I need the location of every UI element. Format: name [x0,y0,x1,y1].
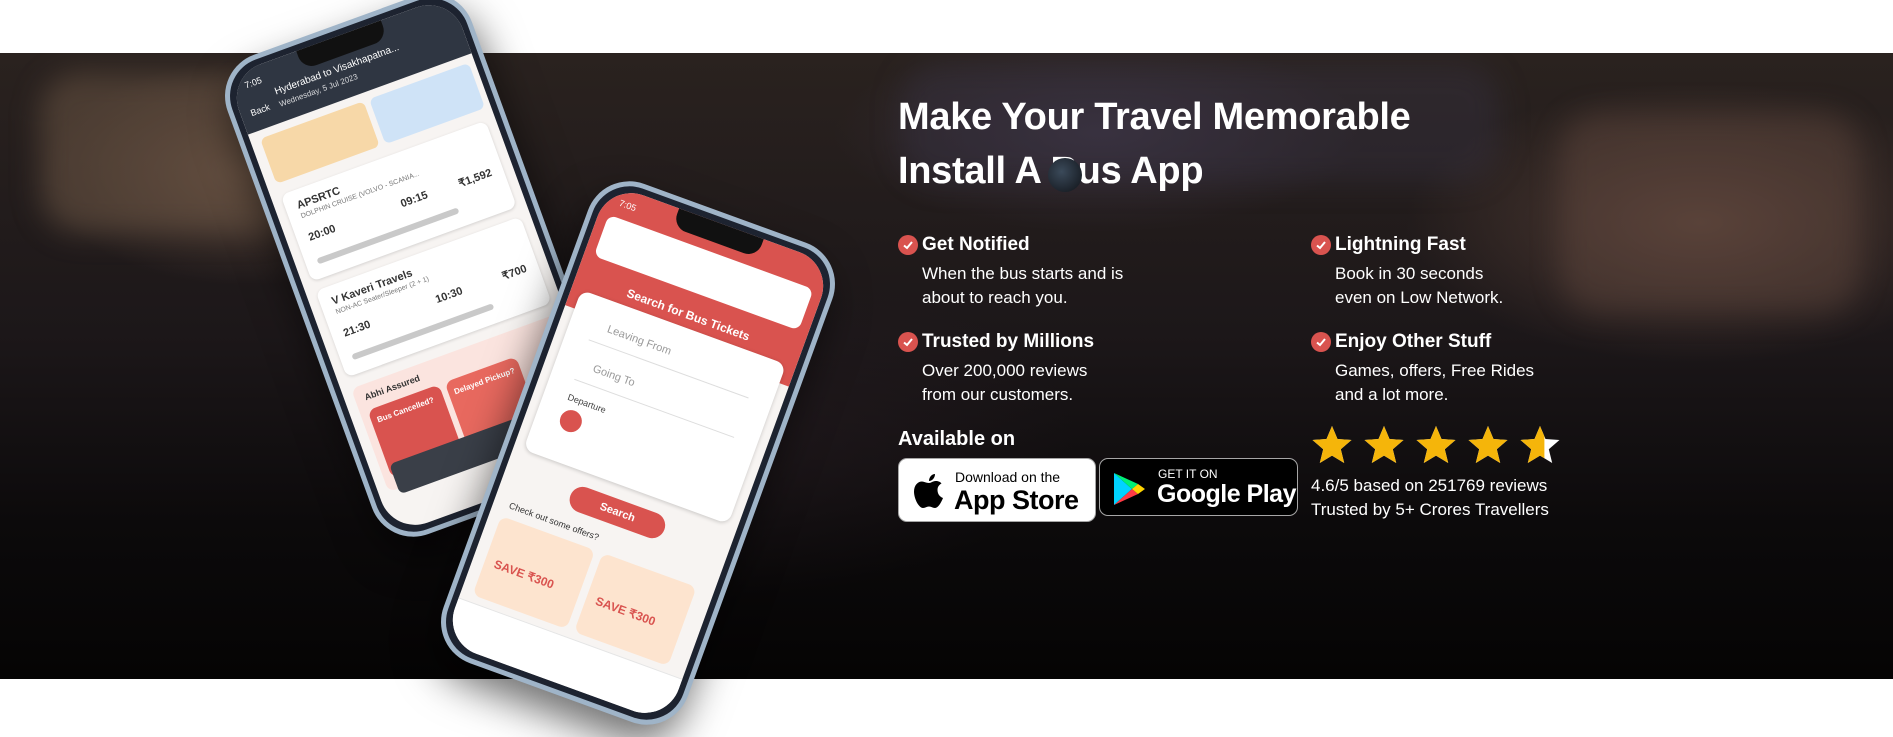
feature-desc-line2: from our customers. [922,385,1074,404]
feature-title: Lightning Fast [1335,234,1466,255]
star-rating [1310,424,1562,466]
rating-text: 4.6/5 based on 251769 reviews [1311,476,1548,495]
apple-icon [914,474,943,508]
check-icon [898,332,918,352]
feature-title: Enjoy Other Stuff [1335,331,1492,352]
feature-desc-line1: Games, offers, Free Rides [1335,361,1535,380]
feature-desc-line1: When the bus starts and is [922,264,1124,283]
feature-title: Trusted by Millions [922,331,1095,352]
promo-content: Make Your Travel Memorable Install A Bus… [0,0,1893,679]
check-icon [1311,332,1331,352]
trusted-text: Trusted by 5+ Crores Travellers [1311,500,1549,519]
feature-desc: Book in 30 seconds even on Low Network. [1335,262,1503,310]
star-icon [1364,426,1404,463]
feature-desc: When the bus starts and is about to reach… [922,262,1123,310]
brand-logo [1048,158,1082,192]
available-on-label: Available on [898,428,1016,450]
check-icon [1311,235,1331,255]
app-store-big-text: App Store [954,485,1079,515]
feature-title: Get Notified [922,234,1030,255]
star-icon [1520,426,1560,463]
google-play-button[interactable]: GET IT ON Google Play [1099,458,1298,516]
google-play-big-text: Google Play [1157,480,1296,508]
headline-line1: Make Your Travel Memorable [898,96,1411,138]
google-play-icon [1114,473,1145,505]
check-icon [898,235,918,255]
feature-desc-line1: Book in 30 seconds [1335,264,1484,283]
app-store-small-text: Download on the [955,469,1061,485]
star-icon [1312,426,1352,463]
feature-desc-line2: about to reach you. [922,288,1068,307]
feature-desc-line1: Over 200,000 reviews [922,361,1088,380]
feature-desc: Over 200,000 reviews from our customers. [922,359,1087,407]
google-play-small-text: GET IT ON [1158,467,1218,481]
star-icon [1416,426,1456,463]
star-icon [1468,426,1508,463]
feature-desc-line2: even on Low Network. [1335,288,1504,307]
app-store-button[interactable]: Download on the App Store [898,458,1096,522]
feature-desc: Games, offers, Free Rides and a lot more. [1335,359,1534,407]
feature-desc-line2: and a lot more. [1335,385,1449,404]
